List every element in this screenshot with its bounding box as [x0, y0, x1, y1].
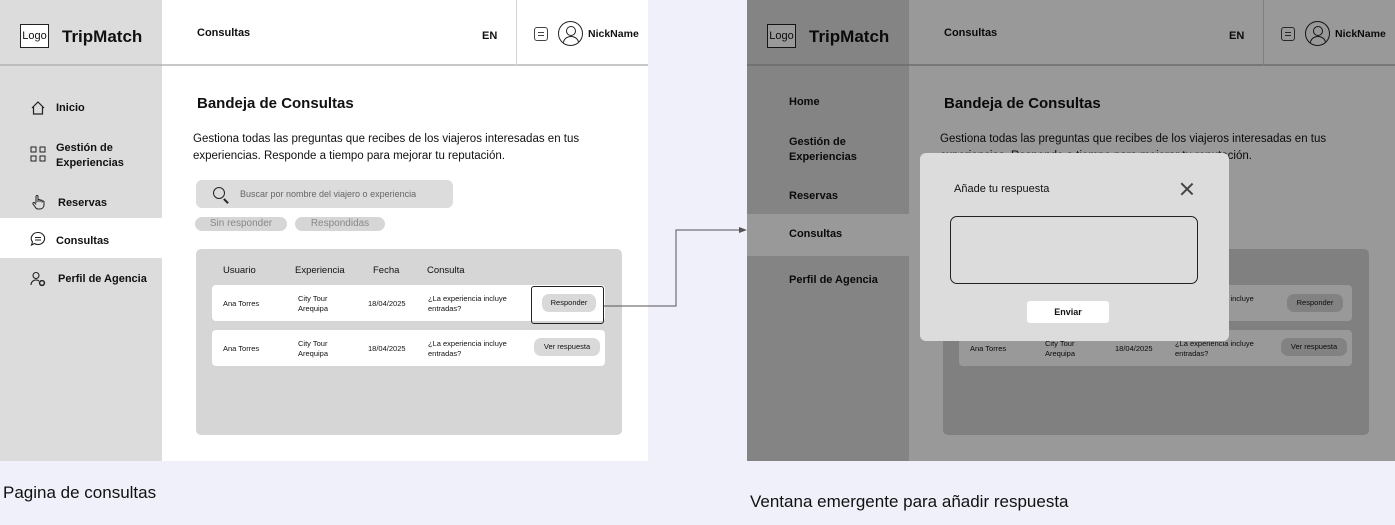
caption-right: Ventana emergente para añadir respuesta: [750, 492, 1069, 511]
flow-arrow: [604, 227, 747, 307]
caption-left: Pagina de consultas: [3, 483, 157, 502]
